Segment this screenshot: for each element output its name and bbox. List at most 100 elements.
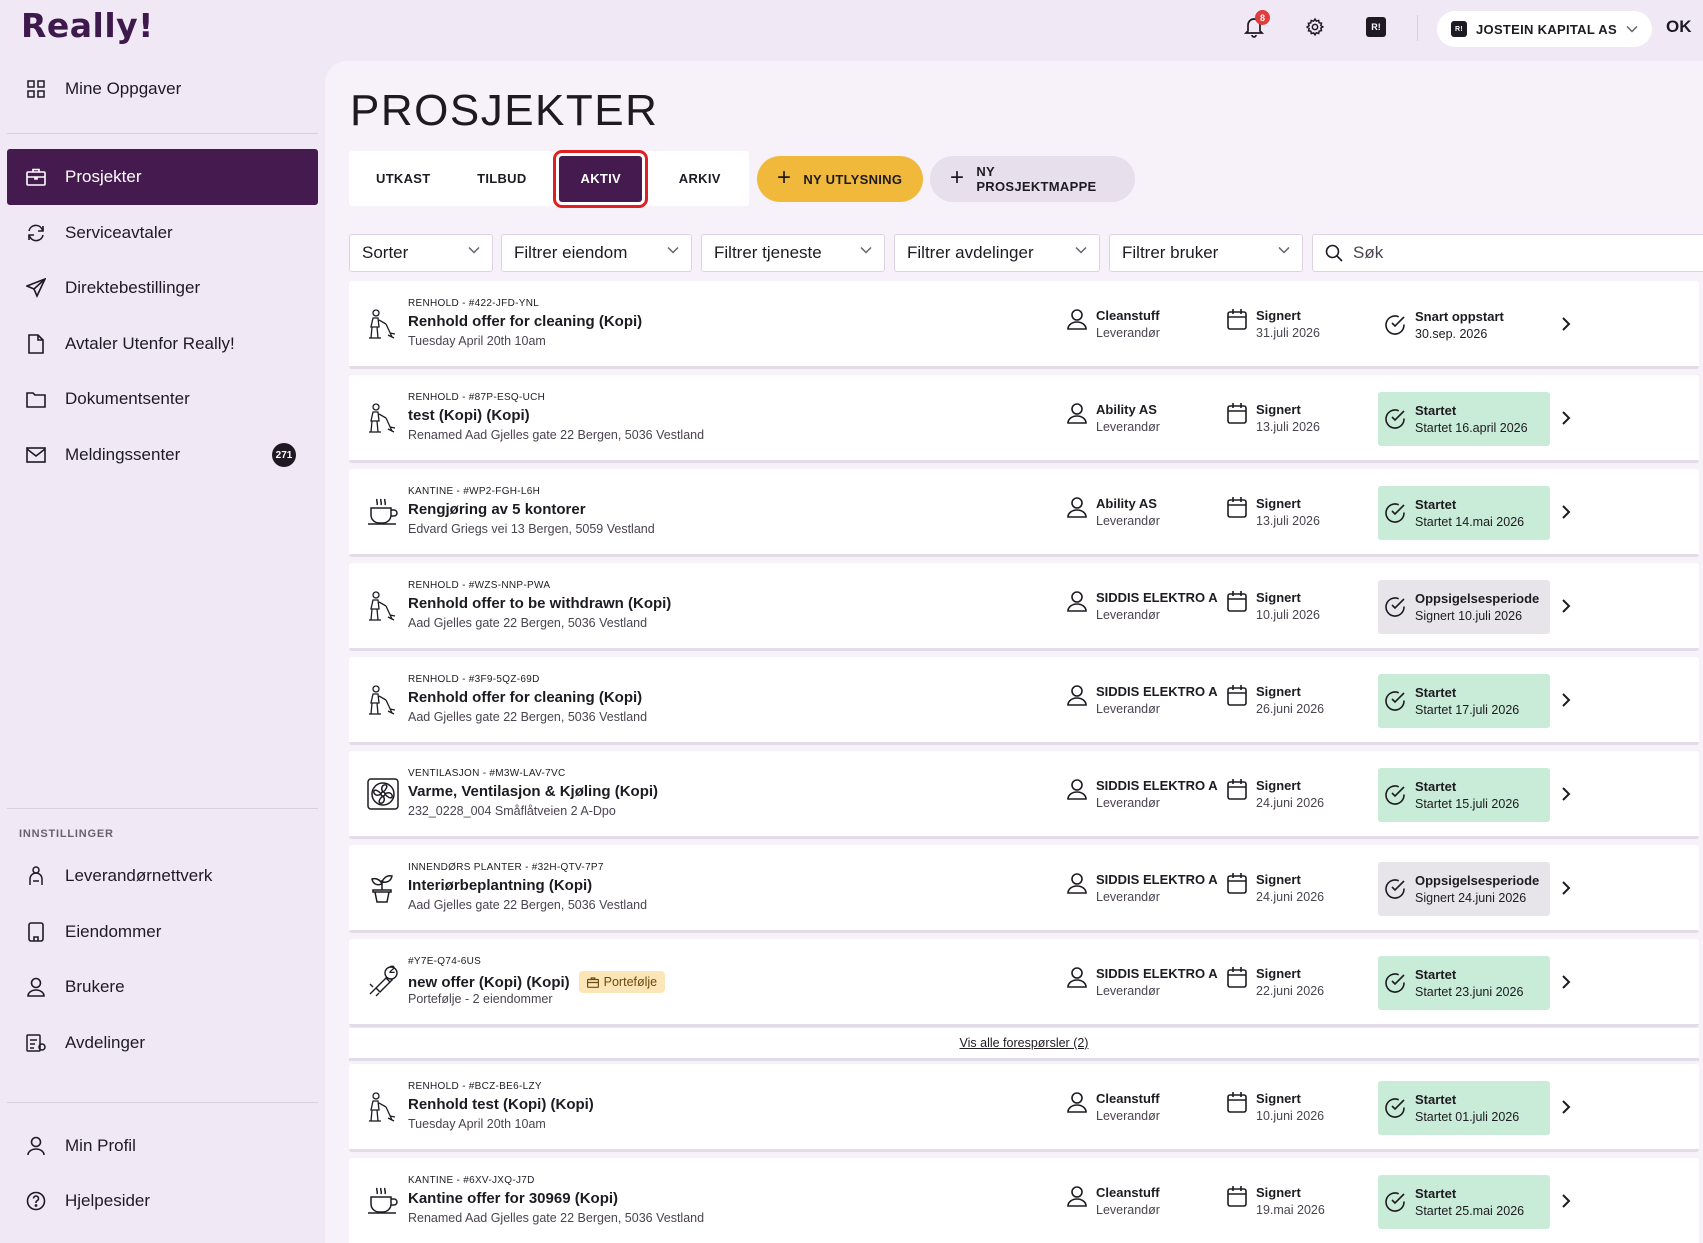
tab-tilbud[interactable]: TILBUD — [453, 156, 552, 202]
new-tender-button[interactable]: + NY UTLYSNING — [757, 156, 923, 202]
filter-user-select[interactable]: Filtrer bruker — [1109, 234, 1303, 272]
signed-date: 24.juni 2026 — [1256, 796, 1325, 810]
plus-icon: + — [777, 163, 792, 191]
new-project-folder-button[interactable]: + NY PROSJEKTMAPPE — [930, 156, 1135, 202]
open-project-button[interactable] — [1561, 880, 1571, 901]
project-row[interactable]: VENTILASJON - #M3W-LAV-7VC Varme, Ventil… — [349, 751, 1699, 839]
view-all-requests-link[interactable]: Vis alle forespørsler (2) — [960, 1036, 1089, 1050]
chevron-right-icon — [1562, 693, 1571, 707]
project-title: Rengjøring av 5 kontorer — [408, 501, 586, 518]
notifications-button[interactable]: 8 — [1241, 10, 1270, 40]
project-subtitle: Tuesday April 20th 10am — [408, 1117, 546, 1131]
project-meta: KANTINE - #WP2-FGH-L6H — [408, 486, 541, 497]
sort-select[interactable]: Sorter — [349, 234, 493, 272]
sidebar-item-mine-oppgaver[interactable]: Mine Oppgaver — [7, 61, 318, 117]
sidebar-item-label: Eiendommer — [65, 922, 162, 941]
chevron-down-icon — [468, 246, 480, 254]
tab-arkiv[interactable]: ARKIV — [650, 156, 749, 202]
supplier-name: SIDDIS ELEKTRO A — [1096, 684, 1218, 699]
sidebar-item-min-profil[interactable]: Min Profil — [7, 1118, 318, 1174]
signed-info: Signert 10.juni 2026 — [1227, 1091, 1324, 1123]
sidebar: Mine Oppgaver Prosjekter Serviceavtaler … — [0, 56, 325, 1243]
sidebar-item-brukere[interactable]: Brukere — [7, 959, 318, 1015]
filter-departments-select[interactable]: Filtrer avdelinger — [894, 234, 1100, 272]
open-project-button[interactable] — [1561, 316, 1571, 337]
status-badge: Startet Startet 25.mai 2026 — [1378, 1175, 1550, 1229]
user-avatar[interactable]: OK — [1666, 17, 1692, 37]
sidebar-item-avtaler-utenfor[interactable]: Avtaler Utenfor Really! — [7, 316, 318, 372]
project-title: test (Kopi) (Kopi) — [408, 407, 530, 424]
sidebar-item-meldingssenter[interactable]: Meldingssenter 271 — [7, 427, 318, 483]
settings-button[interactable] — [1302, 14, 1328, 40]
status-subtitle: Startet 23.juni 2026 — [1415, 985, 1524, 999]
supplier-name: SIDDIS ELEKTRO A — [1096, 872, 1218, 887]
open-project-button[interactable] — [1561, 692, 1571, 713]
sidebar-item-leverandornettverk[interactable]: Leverandørnettverk — [7, 848, 318, 904]
app-logo[interactable]: Really! — [21, 6, 154, 45]
company-selector[interactable]: R! JOSTEIN KAPITAL AS — [1437, 11, 1652, 47]
send-icon — [25, 277, 47, 299]
open-project-button[interactable] — [1561, 1193, 1571, 1214]
tab-aktiv[interactable]: AKTIV — [553, 149, 649, 208]
project-row[interactable]: RENHOLD - #WZS-NNP-PWA Renhold offer to … — [349, 563, 1699, 651]
project-row[interactable]: 2 #Y7E-Q74-6US new offer (Kopi) (Kopi) Po… — [349, 939, 1699, 1027]
status-title: Oppsigelsesperiode — [1415, 873, 1540, 888]
signed-label: Signert — [1256, 308, 1301, 323]
sidebar-item-direktebestillinger[interactable]: Direktebestillinger — [7, 260, 318, 316]
project-subtitle: Renamed Aad Gjelles gate 22 Bergen, 5036… — [408, 1211, 705, 1225]
sidebar-item-label: Prosjekter — [65, 167, 142, 186]
really-app-button[interactable]: R! — [1363, 14, 1389, 40]
status-subtitle: Signert 24.juni 2026 — [1415, 891, 1527, 905]
open-project-button[interactable] — [1561, 1099, 1571, 1120]
open-project-button[interactable] — [1561, 786, 1571, 807]
project-row[interactable]: KANTINE - #6XV-JXQ-J7D Kantine offer for… — [349, 1158, 1699, 1243]
project-row[interactable]: RENHOLD - #87P-ESQ-UCH test (Kopi) (Kopi… — [349, 375, 1699, 463]
chevron-right-icon — [1562, 1194, 1571, 1208]
open-project-button[interactable] — [1561, 974, 1571, 995]
project-row[interactable]: KANTINE - #WP2-FGH-L6H Rengjøring av 5 k… — [349, 469, 1699, 557]
signed-info: Signert 22.juni 2026 — [1227, 966, 1324, 998]
project-title: new offer (Kopi) (Kopi) Portefølje — [408, 971, 666, 993]
open-project-button[interactable] — [1561, 410, 1571, 431]
check-circle-icon — [1385, 597, 1405, 617]
status-title: Startet — [1415, 967, 1457, 982]
sidebar-item-label: Brukere — [65, 977, 125, 996]
project-row[interactable]: RENHOLD - #BCZ-BE6-LZY Renhold test (Kop… — [349, 1064, 1699, 1152]
filter-service-select[interactable]: Filtrer tjeneste — [701, 234, 885, 272]
signed-date: 26.juni 2026 — [1256, 702, 1325, 716]
chevron-down-icon — [1075, 246, 1087, 254]
status-tabs: UTKAST TILBUD AKTIV ARKIV — [349, 149, 749, 208]
project-row[interactable]: RENHOLD - #422-JFD-YNL Renhold offer for… — [349, 281, 1699, 369]
sidebar-item-dokumentsenter[interactable]: Dokumentsenter — [7, 371, 318, 427]
sidebar-item-label: Hjelpesider — [65, 1191, 151, 1210]
signed-label: Signert — [1256, 1185, 1301, 1200]
search-input[interactable] — [1353, 243, 1693, 263]
open-project-button[interactable] — [1561, 598, 1571, 619]
sidebar-item-hjelpesider[interactable]: Hjelpesider — [7, 1173, 318, 1229]
supplier-user-icon — [1067, 779, 1087, 800]
supplier-name: SIDDIS ELEKTRO A — [1096, 966, 1218, 981]
chevron-right-icon — [1562, 317, 1571, 331]
page-title: PROSJEKTER — [350, 86, 659, 135]
supplier-info: SIDDIS ELEKTRO A Leverandør — [1067, 684, 1218, 716]
sidebar-item-serviceavtaler[interactable]: Serviceavtaler — [7, 205, 318, 261]
sidebar-item-label: Avtaler Utenfor Really! — [65, 334, 235, 353]
sidebar-item-eiendommer[interactable]: Eiendommer — [7, 904, 318, 960]
sidebar-item-prosjekter[interactable]: Prosjekter — [7, 149, 318, 205]
filter-service-label: Filtrer tjeneste — [714, 243, 822, 262]
project-title-text: Varme, Ventilasjon & Kjøling (Kopi) — [408, 783, 659, 800]
project-subtitle: Tuesday April 20th 10am — [408, 334, 546, 348]
coffee-icon — [367, 1185, 399, 1219]
project-row[interactable]: INNENDØRS PLANTER - #32H-QTV-7P7 Interiø… — [349, 845, 1699, 933]
supplier-info: Cleanstuff Leverandør — [1067, 308, 1160, 340]
filter-property-select[interactable]: Filtrer eiendom — [501, 234, 692, 272]
status-subtitle: Startet 01.juli 2026 — [1415, 1110, 1520, 1124]
project-row[interactable]: RENHOLD - #3F9-5QZ-69D Renhold offer for… — [349, 657, 1699, 745]
project-subtitle: Aad Gjelles gate 22 Bergen, 5036 Vestlan… — [408, 710, 648, 724]
profile-icon — [25, 1135, 47, 1157]
sidebar-item-avdelinger[interactable]: Avdelinger — [7, 1015, 318, 1071]
open-project-button[interactable] — [1561, 504, 1571, 525]
signed-date: 10.juli 2026 — [1256, 608, 1320, 622]
tab-utkast[interactable]: UTKAST — [354, 156, 453, 202]
user-icon — [25, 976, 47, 998]
